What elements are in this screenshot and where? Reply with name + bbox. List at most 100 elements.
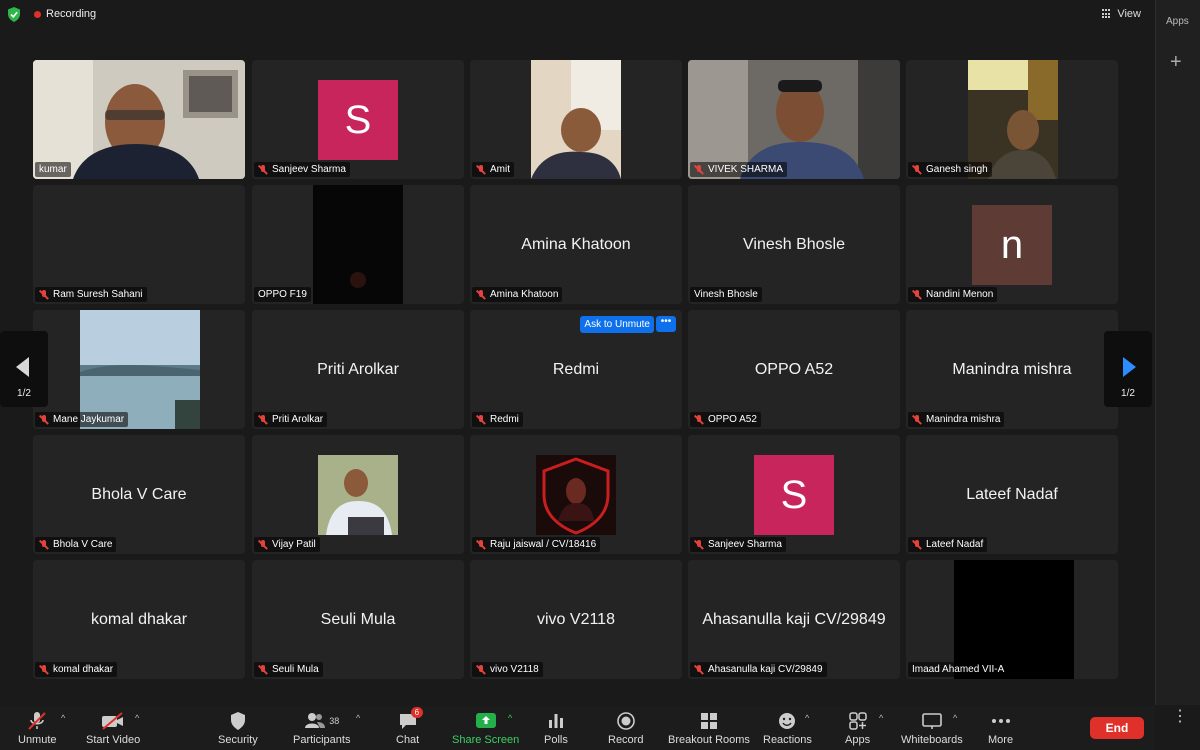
breakout-rooms-button[interactable]: Breakout Rooms (668, 711, 750, 746)
video-tile[interactable]: Priti Arolkar Priti Arolkar (252, 310, 464, 429)
start-video-label: Start Video (86, 734, 141, 746)
video-tile[interactable]: Bhola V Care Bhola V Care (33, 435, 245, 554)
participant-name: kumar (39, 164, 67, 175)
participants-button[interactable]: 38 Participants (293, 711, 350, 746)
video-tile[interactable]: Vinesh Bhosle Vinesh Bhosle (688, 185, 900, 304)
participant-photo-vijay (318, 455, 398, 535)
panel-options-kebab-icon[interactable]: ⋮ (1170, 705, 1190, 729)
chevron-left-icon (16, 357, 29, 377)
record-label: Record (608, 734, 644, 746)
participant-display-name: vivo V2118 (537, 610, 615, 628)
share-options-chevron-icon[interactable]: ^ (508, 713, 512, 723)
participant-video-oppo-f19 (313, 185, 403, 304)
audio-options-chevron-icon[interactable]: ^ (61, 713, 65, 723)
security-button[interactable]: Security (218, 711, 258, 746)
video-tile[interactable]: Imaad Ahamed VII-A (906, 560, 1118, 679)
participant-name: OPPO F19 (258, 289, 307, 300)
participant-name: Amina Khatoon (490, 289, 559, 300)
participant-photo-raju (536, 455, 616, 535)
apps-options-chevron-icon[interactable]: ^ (879, 713, 883, 723)
video-tile[interactable]: komal dhakar komal dhakar (33, 560, 245, 679)
participant-name: Vinesh Bhosle (694, 289, 758, 300)
breakout-rooms-label: Breakout Rooms (668, 734, 750, 746)
polls-label: Polls (544, 734, 568, 746)
participant-display-name: OPPO A52 (754, 360, 834, 378)
whiteboards-options-chevron-icon[interactable]: ^ (953, 713, 957, 723)
view-button[interactable]: View (1098, 6, 1145, 22)
video-tile[interactable]: Vijay Patil (252, 435, 464, 554)
muted-mic-icon (39, 414, 49, 425)
apps-button[interactable]: Apps (845, 711, 870, 746)
muted-mic-icon (694, 664, 704, 675)
video-tile[interactable]: Amit (470, 60, 682, 179)
muted-mic-icon (39, 664, 49, 675)
participant-label: Mane Jaykumar (35, 412, 129, 427)
muted-mic-icon (694, 539, 704, 550)
muted-mic-icon (476, 164, 486, 175)
participant-label: Raju jaiswal / CV/18416 (472, 537, 601, 552)
video-tile[interactable]: Raju jaiswal / CV/18416 (470, 435, 682, 554)
participants-options-chevron-icon[interactable]: ^ (356, 713, 360, 723)
add-app-plus-icon[interactable]: + (1170, 52, 1182, 72)
polls-button[interactable]: Polls (544, 711, 568, 746)
chat-button[interactable]: 6 Chat (396, 707, 424, 746)
participant-label: Sanjeev Sharma (690, 537, 786, 552)
video-tile[interactable]: OPPO F19 (252, 185, 464, 304)
video-options-chevron-icon[interactable]: ^ (135, 713, 139, 723)
page-indicator: 1/2 (17, 388, 31, 399)
participant-label: OPPO A52 (690, 412, 761, 427)
video-tile[interactable]: Mane Jaykumar (33, 310, 245, 429)
video-tile[interactable]: Ganesh singh (906, 60, 1118, 179)
muted-mic-icon (694, 164, 704, 175)
participant-display-name: Lateef Nadaf (966, 485, 1058, 503)
start-video-button[interactable]: Start Video (86, 711, 140, 746)
record-button[interactable]: Record (608, 711, 643, 746)
ask-to-unmute-button[interactable]: Ask to Unmute (580, 316, 654, 333)
reactions-options-chevron-icon[interactable]: ^ (805, 713, 809, 723)
unmute-button[interactable]: Unmute (18, 711, 57, 746)
share-screen-icon (475, 711, 497, 731)
more-options-button[interactable]: ••• (656, 316, 676, 332)
muted-mic-icon (912, 414, 922, 425)
end-meeting-button[interactable]: End (1090, 717, 1144, 739)
video-tile[interactable]: Seuli Mula Seuli Mula (252, 560, 464, 679)
participant-display-name: Seuli Mula (320, 610, 396, 628)
participant-name: Amit (490, 164, 510, 175)
participant-label: VIVEK SHARMA (690, 162, 788, 177)
video-tile[interactable]: n Nandini Menon (906, 185, 1118, 304)
breakout-rooms-icon (699, 711, 719, 731)
participant-name: Nandini Menon (926, 289, 994, 300)
recording-indicator[interactable]: Recording (34, 8, 96, 20)
participant-name: Mane Jaykumar (53, 414, 125, 425)
security-shield-icon[interactable] (7, 7, 21, 22)
video-tile[interactable]: Ram Suresh Sahani (33, 185, 245, 304)
more-button[interactable]: More (988, 711, 1013, 746)
more-label: More (988, 734, 1014, 746)
video-tile[interactable]: VIVEK SHARMA (688, 60, 900, 179)
video-tile[interactable]: Ahasanulla kaji CV/29849 Ahasanulla kaji… (688, 560, 900, 679)
muted-mic-icon (694, 414, 704, 425)
muted-mic-icon (912, 289, 922, 300)
next-page-button[interactable]: 1/2 (1104, 331, 1152, 407)
video-tile[interactable]: OPPO A52 OPPO A52 (688, 310, 900, 429)
muted-mic-icon (258, 539, 268, 550)
muted-mic-icon (258, 664, 268, 675)
video-tile[interactable]: S Sanjeev Sharma (252, 60, 464, 179)
participants-icon: 38 (304, 711, 339, 731)
muted-mic-icon (476, 539, 486, 550)
participant-name: Ram Suresh Sahani (53, 289, 143, 300)
video-tile[interactable]: Lateef Nadaf Lateef Nadaf (906, 435, 1118, 554)
view-label: View (1117, 8, 1141, 20)
participant-label: Priti Arolkar (254, 412, 328, 427)
video-tile[interactable]: S Sanjeev Sharma (688, 435, 900, 554)
apps-label: Apps (845, 734, 871, 746)
previous-page-button[interactable]: 1/2 (0, 331, 48, 407)
participant-name: Redmi (490, 414, 519, 425)
video-tile[interactable]: kumar (33, 60, 245, 179)
video-tile[interactable]: Ask to Unmute ••• Redmi Redmi (470, 310, 682, 429)
video-tile[interactable]: Amina Khatoon Amina Khatoon (470, 185, 682, 304)
video-tile[interactable]: Manindra mishra Manindra mishra (906, 310, 1118, 429)
participant-label: Redmi (472, 412, 523, 427)
video-tile[interactable]: vivo V2118 vivo V2118 (470, 560, 682, 679)
apps-side-panel: Apps + (1155, 0, 1200, 705)
